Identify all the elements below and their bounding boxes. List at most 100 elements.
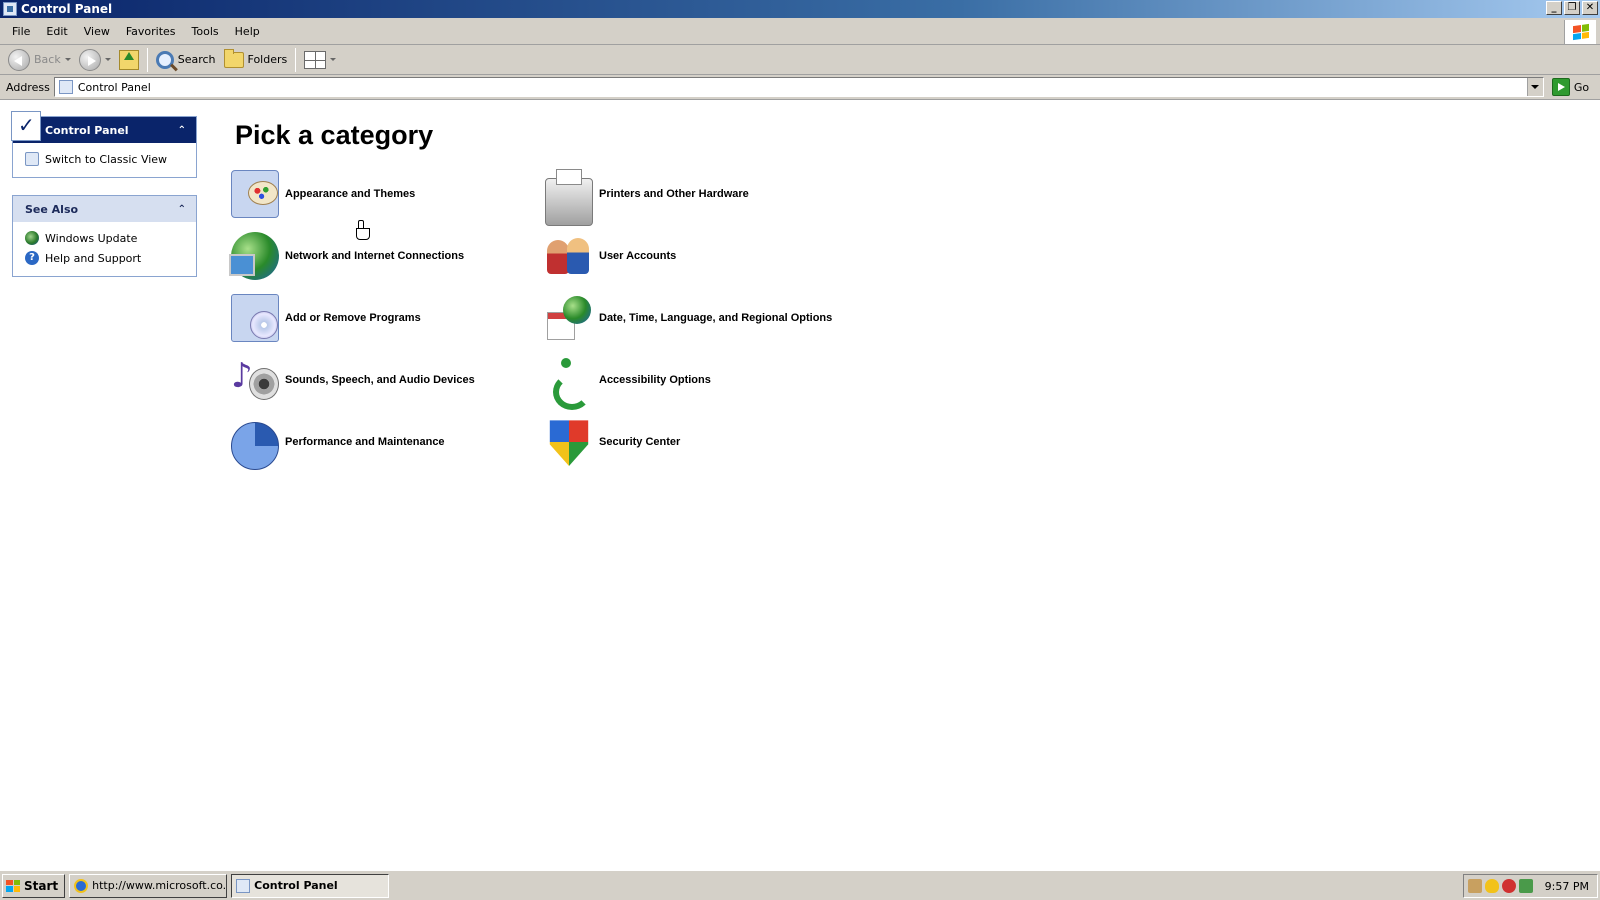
up-folder-icon	[118, 49, 139, 70]
collapse-icon[interactable]: ⌃	[178, 204, 186, 215]
collapse-icon[interactable]: ⌃	[178, 125, 186, 136]
internet-explorer-icon	[74, 878, 89, 893]
menu-help[interactable]: Help	[227, 25, 268, 38]
control-panel-checkmark-icon	[11, 111, 41, 141]
security-shield-tray-icon[interactable]	[1485, 879, 1499, 893]
folders-icon	[223, 48, 244, 68]
windows-update-link[interactable]: Windows Update	[25, 228, 186, 248]
category-label: Add or Remove Programs	[285, 312, 421, 324]
menu-favorites[interactable]: Favorites	[118, 25, 184, 38]
category-label: Network and Internet Connections	[285, 250, 465, 262]
folders-button[interactable]: Folders	[220, 47, 292, 73]
switch-to-classic-view-link[interactable]: Switch to Classic View	[25, 149, 186, 169]
category-date-time-language-regional[interactable]: Date, Time, Language, and Regional Optio…	[545, 292, 832, 344]
search-label: Search	[177, 53, 216, 66]
category-performance-and-maintenance[interactable]: Performance and Maintenance	[231, 416, 445, 470]
forward-button[interactable]	[75, 47, 115, 73]
category-label: Accessibility Options	[599, 374, 711, 386]
address-dropdown-icon[interactable]	[1526, 78, 1543, 96]
folders-label: Folders	[247, 53, 288, 66]
hand-cursor-icon	[355, 220, 370, 240]
minimize-button[interactable]: _	[1546, 1, 1562, 15]
sounds-speaker-icon	[231, 356, 279, 404]
forward-arrow-icon	[78, 48, 101, 71]
taskbar-item-control-panel[interactable]: Control Panel	[231, 873, 390, 898]
help-and-support-link[interactable]: ? Help and Support	[25, 248, 186, 268]
network-globe-icon	[229, 232, 279, 280]
control-panel-icon	[58, 80, 73, 94]
views-icon	[304, 50, 327, 69]
category-user-accounts[interactable]: User Accounts	[545, 230, 676, 282]
appearance-themes-icon	[231, 170, 279, 218]
menu-tools[interactable]: Tools	[184, 25, 227, 38]
back-button[interactable]: Back	[4, 47, 75, 73]
toolbar: Back Search Folders	[0, 45, 1600, 75]
go-label: Go	[1573, 80, 1590, 94]
windows-logo-icon	[1564, 20, 1596, 44]
category-add-or-remove-programs[interactable]: Add or Remove Programs	[231, 292, 421, 344]
back-arrow-icon	[8, 48, 30, 71]
category-network-and-internet-connections[interactable]: Network and Internet Connections	[229, 230, 465, 282]
category-label: Printers and Other Hardware	[599, 188, 749, 200]
category-appearance-and-themes[interactable]: Appearance and Themes	[231, 168, 415, 220]
user-accounts-icon	[545, 232, 593, 280]
views-dropdown-icon[interactable]	[330, 58, 337, 61]
close-button[interactable]: ✕	[1582, 1, 1598, 15]
menu-view[interactable]: View	[76, 25, 118, 38]
category-label: Performance and Maintenance	[285, 436, 445, 448]
menu-edit[interactable]: Edit	[38, 25, 75, 38]
category-security-center[interactable]: Security Center	[545, 416, 680, 468]
clock[interactable]: 9:57 PM	[1545, 880, 1589, 893]
windows-logo-icon	[6, 879, 20, 892]
system-tray: 9:57 PM	[1463, 874, 1598, 898]
windows-update-label: Windows Update	[45, 231, 138, 245]
add-remove-programs-icon	[231, 294, 279, 342]
address-label: Address	[6, 80, 50, 94]
window-title: Control Panel	[21, 2, 113, 16]
forward-dropdown-icon[interactable]	[104, 58, 111, 61]
help-icon: ?	[25, 251, 39, 265]
help-and-support-label: Help and Support	[45, 251, 142, 265]
control-panel-panel-body: Switch to Classic View	[13, 143, 196, 177]
category-label: Sounds, Speech, and Audio Devices	[285, 374, 475, 386]
date-time-globe-icon	[545, 294, 593, 342]
printer-icon	[545, 169, 593, 226]
update-tray-icon[interactable]	[1519, 879, 1533, 893]
start-label: Start	[24, 878, 59, 893]
toolbar-separator	[295, 47, 297, 72]
category-accessibility-options[interactable]: Accessibility Options	[545, 354, 711, 410]
up-folder-button[interactable]	[115, 47, 143, 73]
menu-file[interactable]: File	[4, 25, 38, 38]
title-bar[interactable]: Control Panel _ ❐ ✕	[0, 0, 1600, 18]
performance-chart-icon	[231, 422, 279, 470]
security-alert-tray-icon[interactable]	[1502, 879, 1516, 893]
address-input[interactable]: Control Panel	[53, 77, 1544, 97]
views-button[interactable]	[300, 47, 340, 73]
category-printers-and-other-hardware[interactable]: Printers and Other Hardware	[545, 168, 749, 226]
restore-button[interactable]: ❐	[1564, 1, 1580, 15]
go-button[interactable]: Go	[1551, 78, 1590, 96]
category-label: User Accounts	[599, 250, 677, 262]
category-sounds-speech-audio[interactable]: Sounds, Speech, and Audio Devices	[231, 354, 475, 406]
see-also-panel: See Also ⌃ Windows Update ? Help and Sup…	[12, 195, 197, 277]
taskbar-item-browser[interactable]: http://www.microsoft.co...	[69, 873, 228, 898]
network-tray-icon[interactable]	[1468, 879, 1482, 893]
go-arrow-icon	[1551, 78, 1570, 96]
see-also-panel-header[interactable]: See Also ⌃	[13, 196, 196, 222]
category-label: Appearance and Themes	[285, 188, 416, 200]
menu-bar: File Edit View Favorites Tools Help	[0, 18, 1600, 45]
category-label: Security Center	[599, 436, 681, 448]
start-button[interactable]: Start	[2, 873, 66, 898]
toolbar-separator	[146, 47, 148, 72]
back-label: Back	[34, 53, 61, 66]
taskbar-item-label: Control Panel	[254, 879, 338, 892]
back-dropdown-icon[interactable]	[64, 58, 71, 61]
search-button[interactable]: Search	[152, 47, 220, 73]
category-label: Date, Time, Language, and Regional Optio…	[599, 312, 833, 324]
security-shield-icon	[549, 420, 589, 466]
accessibility-icon	[545, 356, 593, 410]
see-also-panel-body: Windows Update ? Help and Support	[13, 222, 196, 276]
search-icon	[155, 50, 174, 69]
control-panel-icon	[3, 2, 17, 16]
task-pane: Control Panel ⌃ Switch to Classic View S…	[0, 100, 205, 870]
